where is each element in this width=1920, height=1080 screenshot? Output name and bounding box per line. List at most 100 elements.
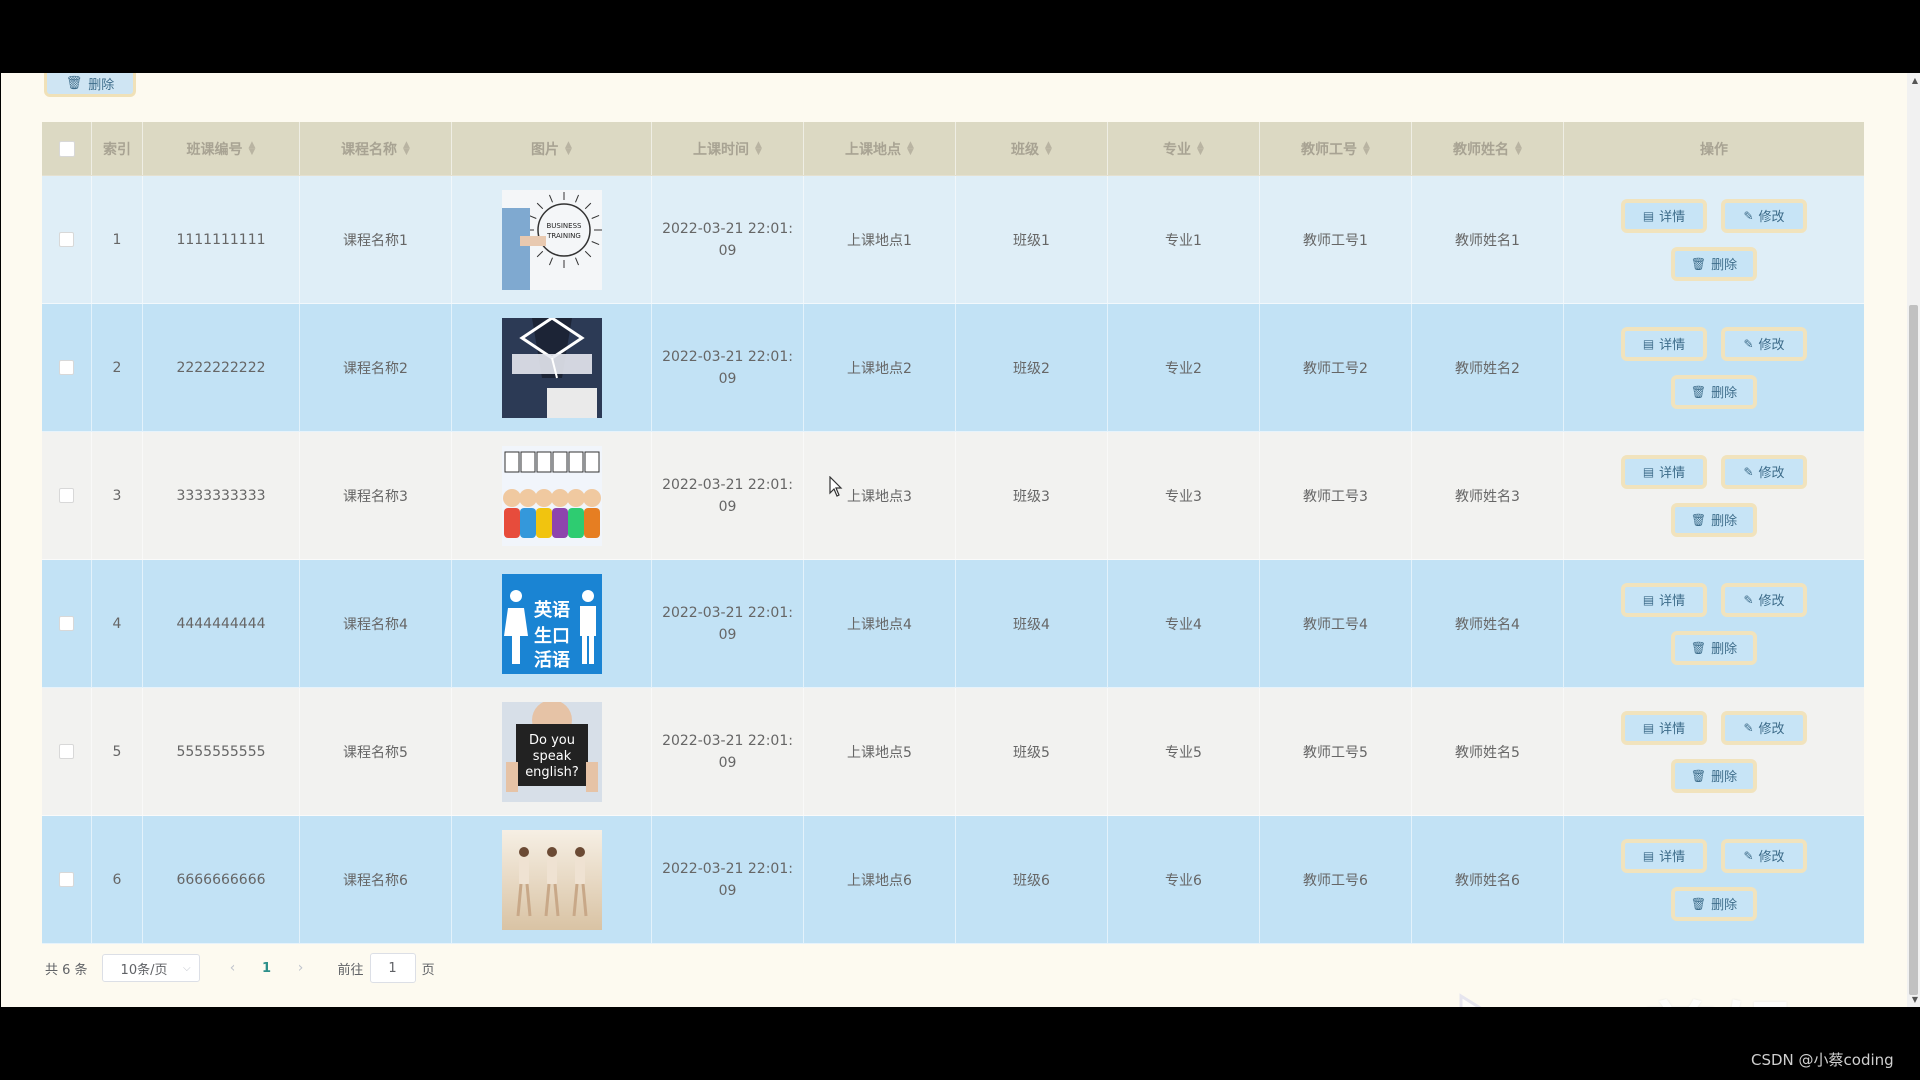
detail-button[interactable]: ▤ 详情 bbox=[1621, 454, 1707, 489]
course-thumbnail[interactable]: BUSINESS TRAINING bbox=[501, 189, 602, 290]
sort-caret-icon[interactable]: ▲ ▼ bbox=[1197, 140, 1204, 156]
edit-button[interactable]: ✎ 修改 bbox=[1721, 710, 1807, 745]
row-select-cell[interactable] bbox=[42, 816, 92, 943]
row-checkbox[interactable] bbox=[59, 616, 74, 631]
vertical-scrollbar[interactable]: ▲ ▼ bbox=[1907, 73, 1920, 1007]
row-checkbox[interactable] bbox=[59, 488, 74, 503]
sort-caret-icon[interactable]: ▲ ▼ bbox=[1363, 140, 1370, 156]
sort-caret-icon[interactable]: ▲ ▼ bbox=[249, 140, 256, 156]
scroll-up-icon[interactable]: ▲ bbox=[1912, 76, 1918, 85]
table-row: 6 6666666666 课程名称6 2022-03-21 22:01:09 上… bbox=[42, 816, 1864, 944]
detail-label: 详情 bbox=[1659, 466, 1686, 481]
cell-major: 专业6 bbox=[1108, 816, 1260, 943]
prev-page-button[interactable]: ‹ bbox=[218, 954, 248, 982]
sort-caret-icon[interactable]: ▲ ▼ bbox=[1045, 140, 1052, 156]
svg-text:生口: 生口 bbox=[534, 625, 570, 647]
edit-button[interactable]: ✎ 修改 bbox=[1721, 582, 1807, 617]
course-thumbnail[interactable]: 英语 生口 活语 bbox=[501, 573, 602, 674]
row-select-cell[interactable] bbox=[42, 432, 92, 559]
time-text: 2022-03-21 22:01:09 bbox=[662, 220, 793, 259]
header-teacher-id[interactable]: 教师工号 ▲ ▼ bbox=[1260, 122, 1412, 175]
edit-button[interactable]: ✎ 修改 bbox=[1721, 326, 1807, 361]
cell-teacher-id: 教师工号3 bbox=[1260, 432, 1412, 559]
header-select-all[interactable] bbox=[42, 122, 92, 175]
cell-time: 2022-03-21 22:01:09 bbox=[652, 816, 804, 943]
delete-label: 删除 bbox=[1711, 642, 1738, 657]
cell-major: 专业2 bbox=[1108, 304, 1260, 431]
detail-button[interactable]: ▤ 详情 bbox=[1621, 582, 1707, 617]
detail-button[interactable]: ▤ 详情 bbox=[1621, 326, 1707, 361]
row-select-cell[interactable] bbox=[42, 560, 92, 687]
cell-time: 2022-03-21 22:01:09 bbox=[652, 560, 804, 687]
cell-index: 2 bbox=[92, 304, 143, 431]
table-row: 3 3333333333 课程名称3 2022-03-21 22:01:09 上… bbox=[42, 432, 1864, 560]
delete-button[interactable]: 🗑 删除 bbox=[1671, 758, 1757, 793]
detail-label: 详情 bbox=[1659, 850, 1686, 865]
row-checkbox[interactable] bbox=[59, 744, 74, 759]
cell-class: 班级6 bbox=[956, 816, 1108, 943]
sort-caret-icon[interactable]: ▲ ▼ bbox=[403, 140, 410, 156]
edit-label: 修改 bbox=[1758, 594, 1785, 609]
page-size-select[interactable]: 10条/页 ⌵ bbox=[101, 954, 200, 982]
delete-button[interactable]: 🗑 删除 bbox=[1671, 502, 1757, 537]
row-checkbox[interactable] bbox=[59, 360, 74, 375]
select-all-checkbox[interactable] bbox=[58, 140, 75, 157]
header-major[interactable]: 专业 ▲ ▼ bbox=[1108, 122, 1260, 175]
cell-time: 2022-03-21 22:01:09 bbox=[652, 688, 804, 815]
cell-class: 班级3 bbox=[956, 432, 1108, 559]
header-label: 教师工号 bbox=[1301, 141, 1358, 158]
row-checkbox[interactable] bbox=[59, 872, 74, 887]
delete-button[interactable]: 🗑 删除 bbox=[1671, 630, 1757, 665]
course-thumbnail[interactable] bbox=[501, 445, 602, 546]
detail-button[interactable]: ▤ 详情 bbox=[1621, 838, 1707, 873]
sort-caret-icon[interactable]: ▲ ▼ bbox=[1515, 140, 1522, 156]
header-class[interactable]: 班级 ▲ ▼ bbox=[956, 122, 1108, 175]
cell-teacher-name: 教师姓名5 bbox=[1412, 688, 1564, 815]
cell-code: 1111111111 bbox=[143, 176, 300, 303]
delete-button[interactable]: 🗑 删除 bbox=[1671, 246, 1757, 281]
row-checkbox[interactable] bbox=[59, 232, 74, 247]
page-size-value: 10条/页 bbox=[120, 962, 168, 978]
sort-caret-icon[interactable]: ▲ ▼ bbox=[907, 140, 914, 156]
delete-label: 删除 bbox=[1711, 258, 1738, 273]
sort-caret-icon[interactable]: ▲ ▼ bbox=[755, 140, 762, 156]
header-name[interactable]: 课程名称 ▲ ▼ bbox=[300, 122, 452, 175]
goto-page-input[interactable]: 1 bbox=[369, 953, 416, 983]
sort-caret-icon[interactable]: ▲ ▼ bbox=[565, 140, 572, 156]
header-time[interactable]: 上课时间 ▲ ▼ bbox=[652, 122, 804, 175]
cell-name: 课程名称1 bbox=[300, 176, 452, 303]
batch-delete-button[interactable]: 🗑 删除 bbox=[44, 73, 136, 97]
delete-button[interactable]: 🗑 删除 bbox=[1671, 886, 1757, 921]
row-select-cell[interactable] bbox=[42, 176, 92, 303]
course-thumbnail[interactable] bbox=[501, 829, 602, 930]
delete-button[interactable]: 🗑 删除 bbox=[1671, 374, 1757, 409]
row-select-cell[interactable] bbox=[42, 304, 92, 431]
document-icon: ▤ bbox=[1642, 848, 1655, 863]
header-code[interactable]: 班课编号 ▲ ▼ bbox=[143, 122, 300, 175]
scroll-down-icon[interactable]: ▼ bbox=[1912, 995, 1918, 1004]
cell-index: 1 bbox=[92, 176, 143, 303]
scrollbar-thumb[interactable] bbox=[1909, 305, 1918, 995]
trash-icon: 🗑 bbox=[1690, 512, 1707, 527]
page-number-current[interactable]: 1 bbox=[252, 954, 282, 982]
header-label: 班课编号 bbox=[186, 141, 243, 158]
edit-label: 修改 bbox=[1758, 722, 1785, 737]
course-thumbnail[interactable]: Do you speak english? bbox=[501, 701, 602, 802]
detail-button[interactable]: ▤ 详情 bbox=[1621, 710, 1707, 745]
svg-text:活语: 活语 bbox=[534, 649, 570, 671]
course-thumbnail[interactable] bbox=[501, 317, 602, 418]
detail-button[interactable]: ▤ 详情 bbox=[1621, 198, 1707, 233]
row-select-cell[interactable] bbox=[42, 688, 92, 815]
cell-index: 5 bbox=[92, 688, 143, 815]
mouse-cursor-icon bbox=[829, 476, 843, 497]
edit-button[interactable]: ✎ 修改 bbox=[1721, 454, 1807, 489]
cell-class: 班级4 bbox=[956, 560, 1108, 687]
cell-actions: ▤ 详情 ✎ 修改 🗑 删除 bbox=[1564, 560, 1864, 687]
pagination-total: 共 6 条 bbox=[45, 962, 88, 978]
next-page-button[interactable]: › bbox=[286, 954, 316, 982]
edit-button[interactable]: ✎ 修改 bbox=[1721, 198, 1807, 233]
header-teacher-name[interactable]: 教师姓名 ▲ ▼ bbox=[1412, 122, 1564, 175]
edit-button[interactable]: ✎ 修改 bbox=[1721, 838, 1807, 873]
header-image[interactable]: 图片 ▲ ▼ bbox=[452, 122, 652, 175]
header-place[interactable]: 上课地点 ▲ ▼ bbox=[804, 122, 956, 175]
